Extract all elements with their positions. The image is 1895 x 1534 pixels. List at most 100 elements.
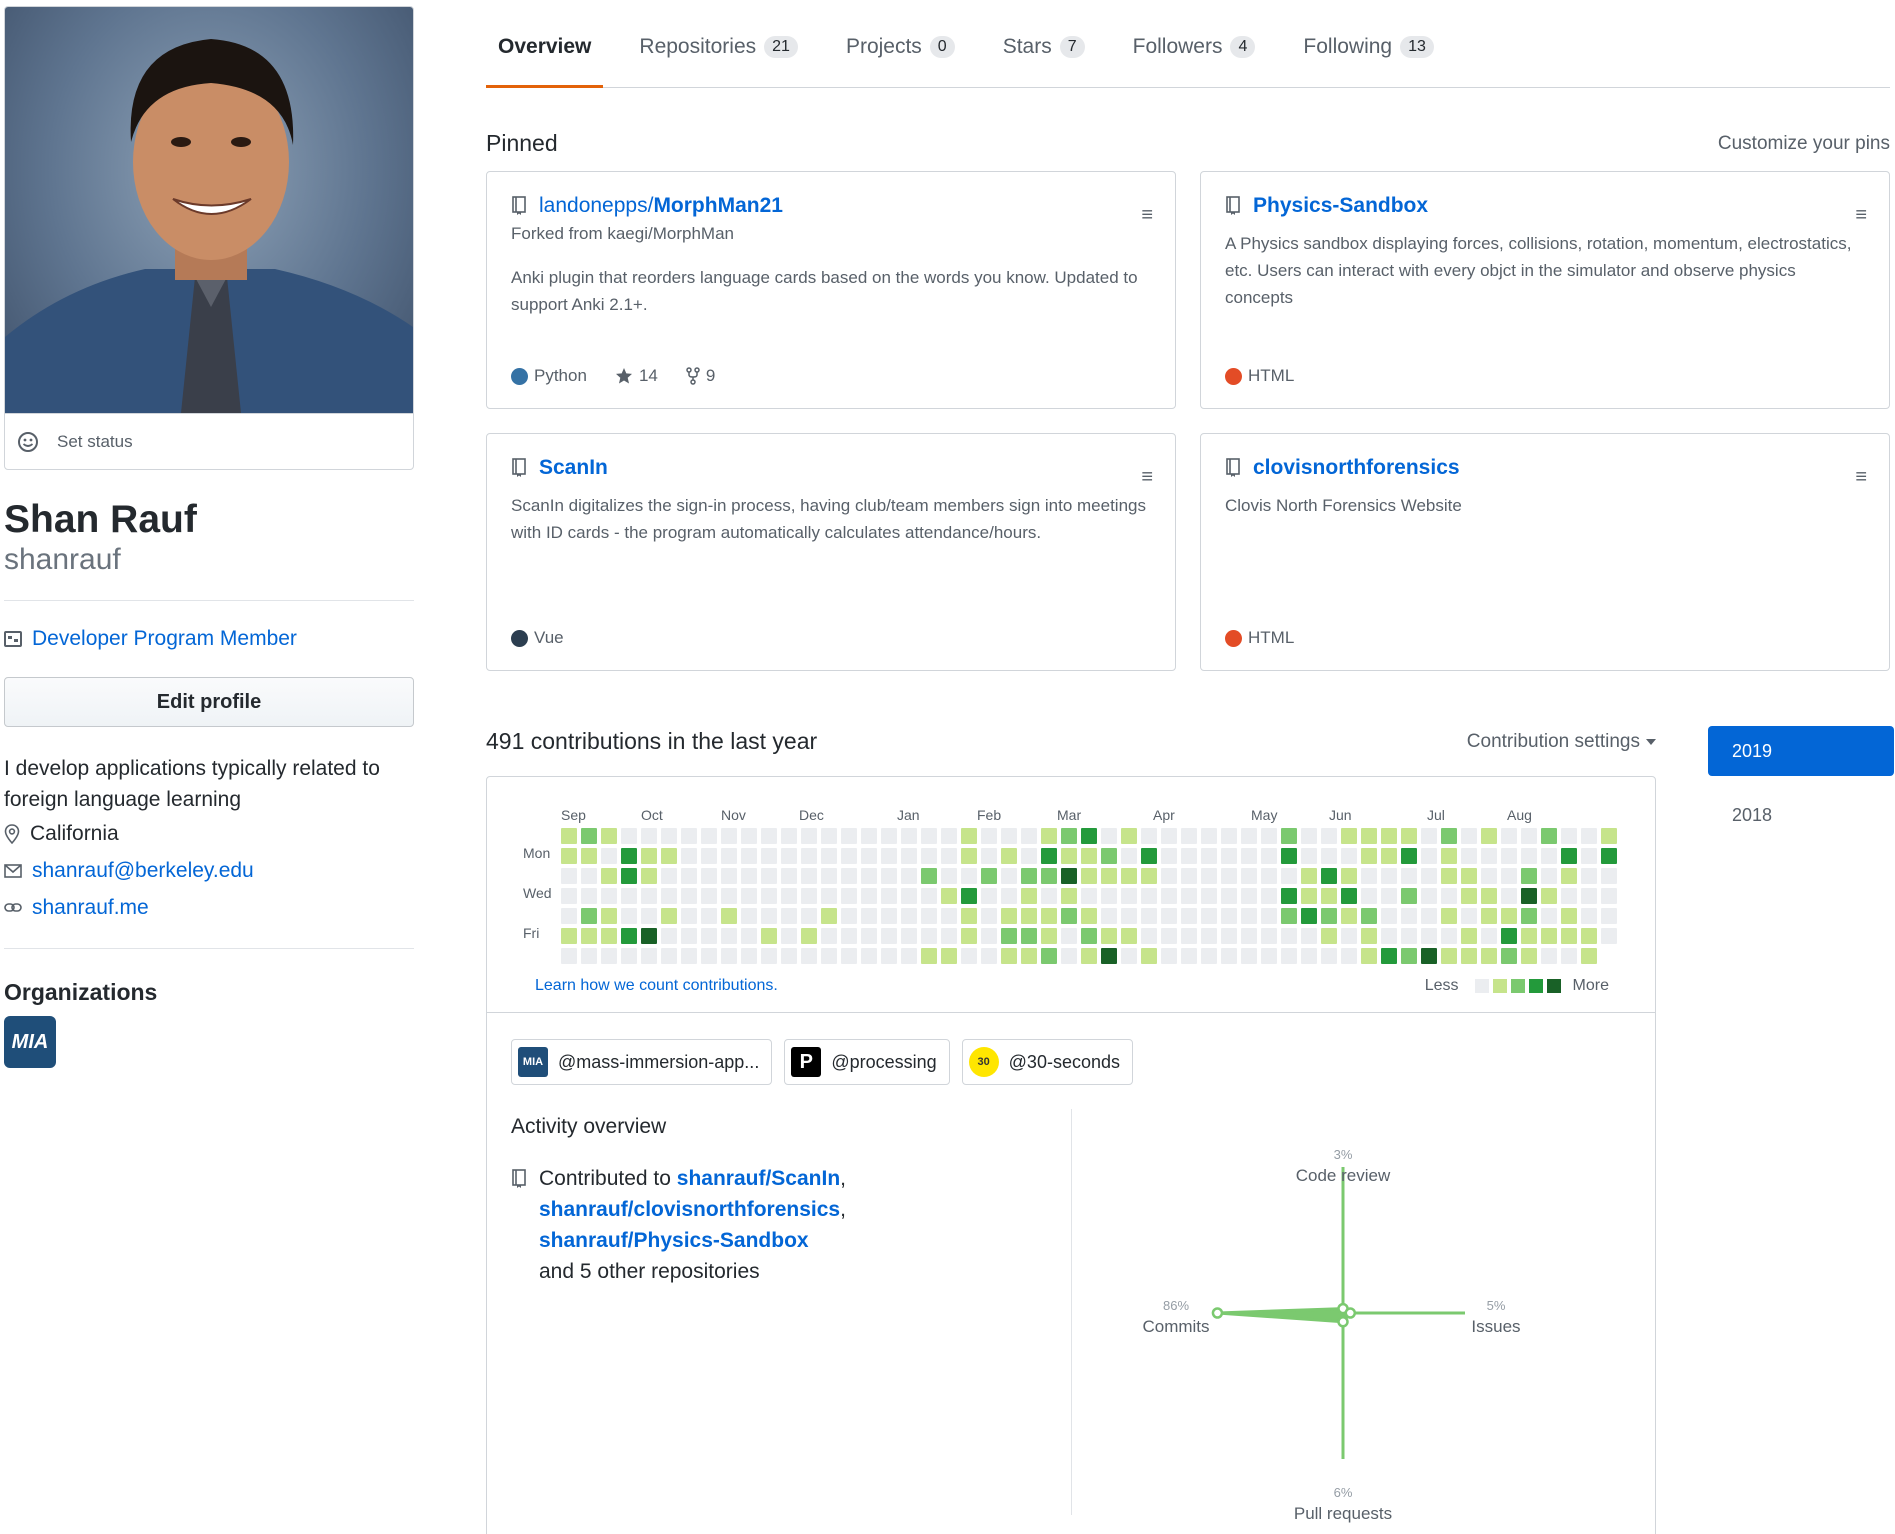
contribution-day-cell[interactable] <box>781 828 797 844</box>
contribution-day-cell[interactable] <box>1141 868 1157 884</box>
contribution-day-cell[interactable] <box>801 948 817 964</box>
contribution-day-cell[interactable] <box>1361 908 1377 924</box>
contribution-day-cell[interactable] <box>881 848 897 864</box>
contribution-day-cell[interactable] <box>1521 828 1537 844</box>
set-status-button[interactable]: Set status <box>5 413 413 469</box>
contribution-day-cell[interactable] <box>661 868 677 884</box>
developer-program-link[interactable]: Developer Program Member <box>32 627 297 651</box>
learn-contributions-link[interactable]: Learn how we count contributions. <box>535 977 778 995</box>
contribution-day-cell[interactable] <box>781 948 797 964</box>
contribution-day-cell[interactable] <box>1101 928 1117 944</box>
contribution-day-cell[interactable] <box>1261 908 1277 924</box>
contribution-day-cell[interactable] <box>1441 888 1457 904</box>
contribution-day-cell[interactable] <box>701 928 717 944</box>
contribution-day-cell[interactable] <box>821 868 837 884</box>
contribution-day-cell[interactable] <box>601 868 617 884</box>
contribution-day-cell[interactable] <box>1241 948 1257 964</box>
contribution-day-cell[interactable] <box>1581 868 1597 884</box>
contribution-day-cell[interactable] <box>1141 828 1157 844</box>
contribution-day-cell[interactable] <box>881 908 897 924</box>
contribution-day-cell[interactable] <box>1261 928 1277 944</box>
contribution-day-cell[interactable] <box>681 848 697 864</box>
contribution-day-cell[interactable] <box>1221 888 1237 904</box>
contribution-day-cell[interactable] <box>1401 888 1417 904</box>
contribution-day-cell[interactable] <box>921 908 937 924</box>
contribution-day-cell[interactable] <box>581 948 597 964</box>
contribution-day-cell[interactable] <box>741 848 757 864</box>
contribution-day-cell[interactable] <box>641 908 657 924</box>
organization-avatar-mia[interactable]: MIA <box>4 1016 56 1068</box>
contribution-day-cell[interactable] <box>1161 888 1177 904</box>
contribution-day-cell[interactable] <box>1001 948 1017 964</box>
contribution-day-cell[interactable] <box>841 848 857 864</box>
contribution-day-cell[interactable] <box>1221 928 1237 944</box>
contribution-day-cell[interactable] <box>1461 888 1477 904</box>
contribution-day-cell[interactable] <box>1281 948 1297 964</box>
avatar[interactable] <box>5 7 413 413</box>
year-link-2018[interactable]: 2018 <box>1708 790 1894 840</box>
contribution-day-cell[interactable] <box>721 848 737 864</box>
contribution-day-cell[interactable] <box>701 948 717 964</box>
contribution-day-cell[interactable] <box>881 948 897 964</box>
contribution-day-cell[interactable] <box>1281 828 1297 844</box>
contribution-day-cell[interactable] <box>1121 868 1137 884</box>
contribution-day-cell[interactable] <box>1241 908 1257 924</box>
contribution-day-cell[interactable] <box>1161 848 1177 864</box>
contribution-day-cell[interactable] <box>601 848 617 864</box>
contribution-day-cell[interactable] <box>881 888 897 904</box>
contribution-day-cell[interactable] <box>1581 828 1597 844</box>
contribution-day-cell[interactable] <box>1041 868 1057 884</box>
contribution-day-cell[interactable] <box>621 848 637 864</box>
pinned-repo-title[interactable]: ScanIn <box>511 456 1151 480</box>
developer-program-badge[interactable]: Developer Program Member <box>4 627 414 651</box>
drag-handle-icon[interactable]: ≡ <box>1855 204 1867 227</box>
contribution-day-cell[interactable] <box>1041 828 1057 844</box>
contribution-day-cell[interactable] <box>721 828 737 844</box>
contribution-day-cell[interactable] <box>621 888 637 904</box>
contribution-day-cell[interactable] <box>1061 928 1077 944</box>
contribution-day-cell[interactable] <box>761 948 777 964</box>
contribution-day-cell[interactable] <box>1321 868 1337 884</box>
tab-projects[interactable]: Projects 0 <box>834 35 967 87</box>
contribution-day-cell[interactable] <box>1021 828 1037 844</box>
contribution-day-cell[interactable] <box>1501 868 1517 884</box>
contribution-day-cell[interactable] <box>881 828 897 844</box>
contribution-day-cell[interactable] <box>1441 868 1457 884</box>
contribution-day-cell[interactable] <box>761 868 777 884</box>
contribution-day-cell[interactable] <box>721 888 737 904</box>
contribution-day-cell[interactable] <box>1101 908 1117 924</box>
contribution-day-cell[interactable] <box>661 948 677 964</box>
contribution-day-cell[interactable] <box>981 948 997 964</box>
contribution-day-cell[interactable] <box>1461 848 1477 864</box>
contribution-day-cell[interactable] <box>841 908 857 924</box>
contribution-day-cell[interactable] <box>641 928 657 944</box>
contribution-day-cell[interactable] <box>581 888 597 904</box>
contribution-day-cell[interactable] <box>821 948 837 964</box>
contribution-day-cell[interactable] <box>1161 928 1177 944</box>
contribution-day-cell[interactable] <box>621 948 637 964</box>
contribution-day-cell[interactable] <box>1261 948 1277 964</box>
contribution-day-cell[interactable] <box>1061 848 1077 864</box>
contribution-day-cell[interactable] <box>621 908 637 924</box>
contribution-day-cell[interactable] <box>1361 868 1377 884</box>
contribution-day-cell[interactable] <box>981 828 997 844</box>
contribution-day-cell[interactable] <box>661 908 677 924</box>
contribution-day-cell[interactable] <box>941 868 957 884</box>
contribution-day-cell[interactable] <box>1361 828 1377 844</box>
contribution-day-cell[interactable] <box>1221 868 1237 884</box>
contribution-day-cell[interactable] <box>1601 828 1617 844</box>
contribution-day-cell[interactable] <box>1381 848 1397 864</box>
contribution-day-cell[interactable] <box>641 868 657 884</box>
contribution-day-cell[interactable] <box>861 948 877 964</box>
contribution-day-cell[interactable] <box>901 948 917 964</box>
contribution-day-cell[interactable] <box>1181 888 1197 904</box>
contribution-day-cell[interactable] <box>1521 888 1537 904</box>
contribution-day-cell[interactable] <box>1381 908 1397 924</box>
contribution-day-cell[interactable] <box>1041 888 1057 904</box>
contribution-day-cell[interactable] <box>1441 848 1457 864</box>
contribution-day-cell[interactable] <box>821 888 837 904</box>
contribution-day-cell[interactable] <box>1541 848 1557 864</box>
contribution-day-cell[interactable] <box>1361 928 1377 944</box>
contribution-day-cell[interactable] <box>1021 868 1037 884</box>
contribution-day-cell[interactable] <box>1581 888 1597 904</box>
